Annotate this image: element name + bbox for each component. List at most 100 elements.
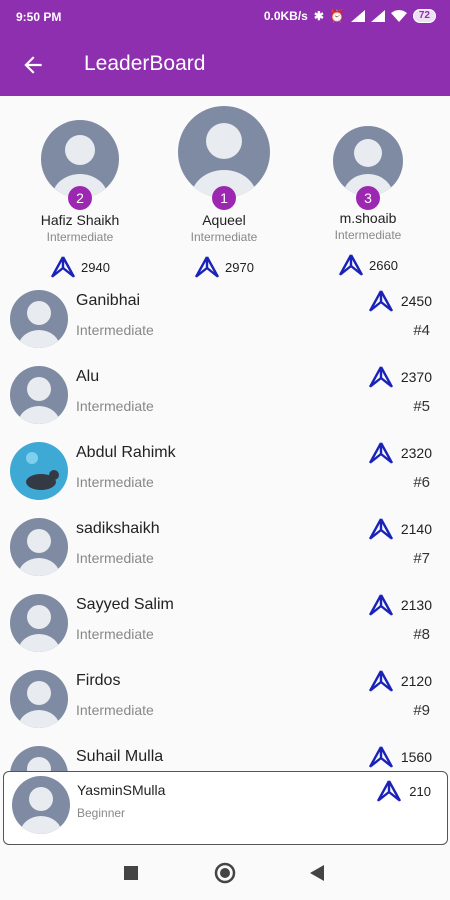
avatar xyxy=(10,670,68,728)
score-triangle-icon xyxy=(368,746,393,768)
player-level: Beginner xyxy=(77,806,126,820)
player-level: Intermediate xyxy=(76,702,154,718)
wifi-icon xyxy=(390,10,407,22)
score-value: 1560 xyxy=(400,749,432,765)
alarm-icon: ⏰ xyxy=(329,9,345,23)
player-score: 2450 xyxy=(367,290,432,312)
recent-apps-icon[interactable] xyxy=(124,866,138,880)
score-triangle-icon xyxy=(50,256,76,278)
player-name: m.shoaib xyxy=(339,210,397,226)
score-triangle-icon xyxy=(368,442,393,464)
current-user-card[interactable]: YasminSMulla Beginner 210 xyxy=(3,771,448,845)
score-triangle-icon xyxy=(338,254,364,276)
score-value: 210 xyxy=(409,783,431,799)
avatar xyxy=(178,106,270,198)
score-value: 2370 xyxy=(400,369,432,385)
system-nav-bar xyxy=(0,848,450,900)
player-score: 2970 xyxy=(172,256,276,278)
player-name: Suhail Mulla xyxy=(76,748,164,765)
status-time: 9:50 PM xyxy=(16,10,62,24)
player-score: 2370 xyxy=(367,366,432,388)
player-score: 2130 xyxy=(367,594,432,616)
avatar xyxy=(10,290,68,348)
score-value: 2970 xyxy=(225,259,254,275)
avatar xyxy=(10,594,68,652)
app-bar: LeaderBoard xyxy=(0,34,450,96)
player-name: Sayyed Salim xyxy=(76,596,174,613)
list-item[interactable]: Ganibhai Intermediate 2450 #4 xyxy=(0,286,450,362)
player-level: Intermediate xyxy=(334,228,402,242)
rank-number: #7 xyxy=(413,550,430,567)
player-score: 210 xyxy=(375,780,431,802)
player-score: 2140 xyxy=(367,518,432,540)
player-name: Abdul Rahimk xyxy=(76,444,176,461)
player-name: YasminSMulla xyxy=(77,782,166,798)
avatar xyxy=(10,442,68,500)
rank-number: #4 xyxy=(413,322,430,339)
player-score: 1560 xyxy=(367,746,432,768)
rank-number: #9 xyxy=(413,702,430,719)
player-level: Intermediate xyxy=(190,230,258,244)
avatar xyxy=(10,366,68,424)
player-score: 2320 xyxy=(367,442,432,464)
score-triangle-icon xyxy=(368,518,393,540)
podium-second[interactable]: 2 Hafiz Shaikh Intermediate 2940 xyxy=(28,120,132,278)
score-triangle-icon xyxy=(368,290,393,312)
player-score: 2940 xyxy=(28,256,132,278)
player-name: Alu xyxy=(76,368,100,385)
score-triangle-icon xyxy=(368,366,393,388)
signal-icon xyxy=(370,10,385,22)
status-icons: 0.0KB/s ✱ ⏰ 72 xyxy=(264,9,436,23)
player-name: Hafiz Shaikh xyxy=(40,212,120,228)
list-item[interactable]: sadikshaikh Intermediate 2140 #7 xyxy=(0,514,450,590)
score-triangle-icon xyxy=(368,670,393,692)
top-three-podium: 2 Hafiz Shaikh Intermediate 2940 1 Aquee… xyxy=(0,96,450,286)
status-bar: 9:50 PM 0.0KB/s ✱ ⏰ 72 xyxy=(0,0,450,34)
score-value: 2320 xyxy=(400,445,432,461)
rank-number: #6 xyxy=(413,474,430,491)
rank-badge: 1 xyxy=(212,186,236,210)
player-level: Intermediate xyxy=(76,474,154,490)
player-name: sadikshaikh xyxy=(76,520,160,537)
battery-indicator: 72 xyxy=(412,9,436,23)
page-title: LeaderBoard xyxy=(84,52,206,75)
player-score: 2660 xyxy=(316,254,420,276)
score-triangle-icon xyxy=(368,594,393,616)
score-value: 2660 xyxy=(369,257,398,273)
bluetooth-icon: ✱ xyxy=(313,9,324,23)
score-value: 2140 xyxy=(400,521,432,537)
home-icon[interactable] xyxy=(214,862,236,884)
player-level: Intermediate xyxy=(76,322,154,338)
score-value: 2940 xyxy=(81,259,110,275)
player-name: Ganibhai xyxy=(76,292,141,309)
leaderboard-list[interactable]: Ganibhai Intermediate 2450 #4 Alu Interm… xyxy=(0,286,450,818)
list-item[interactable]: Sayyed Salim Intermediate 2130 #8 xyxy=(0,590,450,666)
player-level: Intermediate xyxy=(76,550,154,566)
player-name: Firdos xyxy=(76,672,121,689)
score-triangle-icon xyxy=(194,256,220,278)
signal-icon xyxy=(350,10,365,22)
network-speed: 0.0KB/s xyxy=(263,9,308,23)
rank-number: #8 xyxy=(413,626,430,643)
player-score: 2120 xyxy=(367,670,432,692)
score-triangle-icon xyxy=(377,780,402,802)
avatar xyxy=(12,776,70,834)
player-name: Aqueel xyxy=(202,212,246,228)
podium-third[interactable]: 3 m.shoaib Intermediate 2660 xyxy=(316,126,420,276)
rank-badge: 2 xyxy=(68,186,92,210)
score-value: 2130 xyxy=(400,597,432,613)
player-level: Intermediate xyxy=(46,230,114,244)
player-level: Intermediate xyxy=(76,626,154,642)
player-level: Intermediate xyxy=(76,398,154,414)
list-item[interactable]: Alu Intermediate 2370 #5 xyxy=(0,362,450,438)
rank-number: #5 xyxy=(413,398,430,415)
back-triangle-icon[interactable] xyxy=(310,865,324,881)
list-item[interactable]: Firdos Intermediate 2120 #9 xyxy=(0,666,450,742)
list-item[interactable]: Abdul Rahimk Intermediate 2320 #6 xyxy=(0,438,450,514)
podium-first[interactable]: 1 Aqueel Intermediate 2970 xyxy=(172,106,276,278)
back-arrow-icon[interactable] xyxy=(20,52,46,78)
score-value: 2450 xyxy=(400,293,432,309)
rank-badge: 3 xyxy=(356,186,380,210)
avatar xyxy=(10,518,68,576)
score-value: 2120 xyxy=(400,673,432,689)
